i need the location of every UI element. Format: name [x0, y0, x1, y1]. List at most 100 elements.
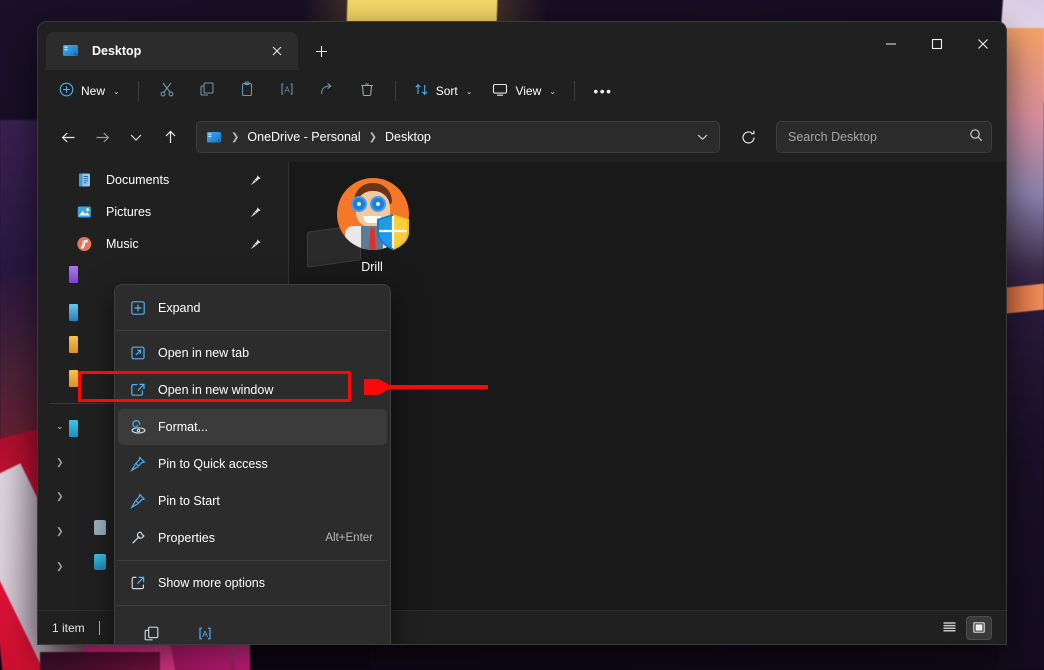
chevron-right-icon[interactable]: ❯: [56, 561, 64, 572]
new-tab-button[interactable]: [304, 35, 338, 67]
pin-icon[interactable]: [249, 238, 262, 251]
sort-button-label: Sort: [435, 84, 458, 98]
paste-button[interactable]: [228, 76, 266, 106]
menu-item-expand[interactable]: Expand: [118, 290, 387, 326]
menu-item-label: Open in new window: [158, 383, 274, 397]
menu-item-pin-to-quick-access[interactable]: Pin to Quick access: [118, 446, 387, 482]
rename-button[interactable]: A: [268, 76, 306, 106]
menu-separator: [117, 330, 388, 331]
sidebar-hidden-icon-drive-c[interactable]: [69, 304, 78, 321]
breadcrumb-item-desktop[interactable]: Desktop: [385, 130, 431, 144]
breadcrumb-dropdown-icon[interactable]: [689, 123, 715, 151]
chevron-right-icon[interactable]: ❯: [56, 491, 64, 502]
menu-item-label: Pin to Start: [158, 494, 220, 508]
share-icon: [319, 81, 335, 102]
chevron-down-icon: ⌄: [465, 86, 473, 96]
item-count-label: 1 item: [52, 620, 85, 635]
refresh-button[interactable]: [732, 121, 764, 153]
svg-text:A: A: [202, 629, 208, 639]
sidebar-item-music[interactable]: Music: [38, 228, 288, 260]
wallpaper-dark-bottom: [250, 640, 370, 670]
recent-locations-button[interactable]: [120, 121, 152, 153]
status-divider: [98, 620, 100, 635]
search-box[interactable]: [776, 121, 992, 153]
sidebar-hidden-icon-linux[interactable]: [94, 554, 106, 570]
documents-icon: [76, 172, 93, 188]
details-view-button[interactable]: [936, 616, 962, 640]
up-button[interactable]: [154, 121, 186, 153]
new-button-label: New: [81, 84, 106, 98]
toolbar-divider-3: [573, 81, 575, 101]
large-icons-view-button[interactable]: [966, 615, 992, 640]
drill-avatar-shield-icon: [307, 176, 411, 268]
menu-separator-3: [117, 605, 388, 606]
open-new-tab-icon: [118, 345, 158, 361]
window-controls: [868, 22, 1006, 66]
avatar-goggle-left: [351, 196, 367, 212]
wallpaper-left-purple: [0, 120, 40, 450]
sidebar-hidden-icon-this-pc[interactable]: [69, 420, 78, 437]
share-button[interactable]: [308, 76, 346, 106]
menu-item-properties[interactable]: Properties Alt+Enter: [118, 520, 387, 556]
minimize-button[interactable]: [868, 22, 914, 66]
copy-icon: [199, 81, 215, 102]
show-more-options-icon: [118, 575, 158, 591]
toolbar-divider-2: [394, 81, 396, 101]
cut-button[interactable]: [148, 76, 186, 106]
chevron-right-icon[interactable]: ❯: [56, 526, 64, 537]
folder-desktop-icon: [62, 43, 80, 59]
sidebar-hidden-icon-network[interactable]: [94, 520, 106, 535]
view-button-label: View: [515, 84, 542, 98]
menu-item-shortcut: Alt+Enter: [325, 532, 373, 544]
menu-item-pin-to-start[interactable]: Pin to Start: [118, 483, 387, 519]
tab-close-icon[interactable]: [264, 38, 290, 64]
menu-item-format[interactable]: Format...: [118, 409, 387, 445]
pictures-icon: [76, 204, 93, 220]
sidebar-hidden-icon-drive-d[interactable]: [69, 336, 78, 353]
trash-icon: [359, 81, 375, 102]
chevron-right-icon[interactable]: ❯: [56, 457, 64, 468]
close-button[interactable]: [960, 22, 1006, 66]
chevron-down-icon[interactable]: ⌄: [56, 421, 64, 432]
tab-desktop[interactable]: Desktop: [46, 32, 298, 70]
pin-icon: [118, 493, 158, 509]
sidebar-hidden-icon-drive-e[interactable]: [69, 370, 78, 387]
menu-item-label: Expand: [158, 301, 201, 315]
delete-button[interactable]: [348, 76, 386, 106]
onedrive-folder-icon: [206, 130, 223, 145]
search-input[interactable]: [788, 130, 969, 144]
copy-icon[interactable]: [135, 618, 167, 644]
forward-button[interactable]: [86, 121, 118, 153]
command-toolbar: New ⌄ A Sort ⌄ View ⌄ •••: [38, 70, 1006, 112]
maximize-button[interactable]: [914, 22, 960, 66]
context-menu-footer: A: [115, 610, 390, 644]
menu-item-show-more-options[interactable]: Show more options: [118, 565, 387, 601]
search-icon[interactable]: [969, 128, 983, 147]
menu-item-open-in-new-tab[interactable]: Open in new tab: [118, 335, 387, 371]
new-button[interactable]: New ⌄: [50, 76, 129, 106]
ellipsis-icon: •••: [593, 83, 613, 99]
breadcrumb[interactable]: ❯ OneDrive - Personal ❯ Desktop: [196, 121, 720, 153]
scissors-icon: [159, 81, 175, 102]
context-menu: Expand Open in new tab Open in new windo…: [114, 284, 391, 644]
pin-icon[interactable]: [249, 174, 262, 187]
address-bar-row: ❯ OneDrive - Personal ❯ Desktop: [38, 112, 1006, 162]
pin-icon[interactable]: [249, 206, 262, 219]
wallpaper-bottom-purple: [40, 652, 160, 670]
menu-item-open-in-new-window[interactable]: Open in new window: [118, 372, 387, 408]
list-item[interactable]: Drill: [307, 176, 425, 294]
chevron-down-icon: ⌄: [549, 86, 556, 96]
more-options-button[interactable]: •••: [584, 76, 622, 106]
sidebar-item-documents[interactable]: Documents: [38, 164, 288, 196]
menu-separator-2: [117, 560, 388, 561]
view-button[interactable]: View ⌄: [483, 76, 565, 106]
wrench-icon: [118, 530, 158, 546]
rename-icon[interactable]: A: [189, 618, 221, 644]
file-list-pane[interactable]: Drill: [289, 162, 1006, 610]
sort-button[interactable]: Sort ⌄: [405, 76, 482, 106]
breadcrumb-item-onedrive[interactable]: OneDrive - Personal: [247, 130, 360, 144]
sidebar-item-pictures[interactable]: Pictures: [38, 196, 288, 228]
copy-button[interactable]: [188, 76, 226, 106]
sidebar-hidden-icon-videos[interactable]: [69, 266, 78, 283]
back-button[interactable]: [52, 121, 84, 153]
